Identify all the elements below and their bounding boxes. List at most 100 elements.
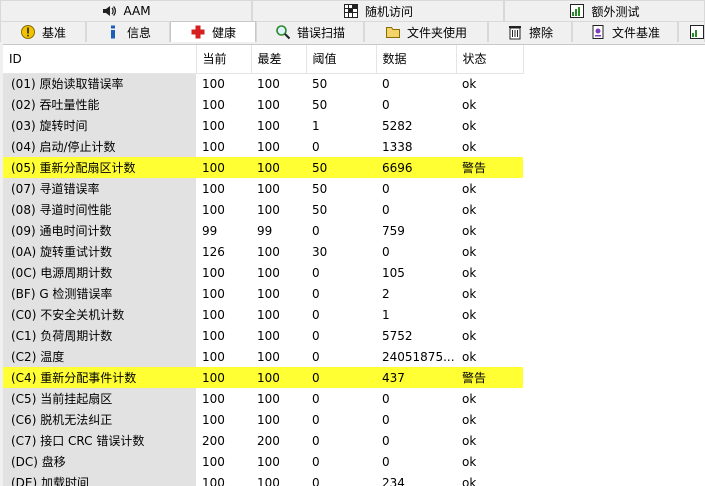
cell-current: 100 <box>202 202 225 217</box>
table-row[interactable]: (C7) 接口 CRC 错误计数 200 200 0 0 ok <box>3 430 523 451</box>
cell-worst: 100 <box>257 76 280 91</box>
table-row[interactable]: (03) 旋转时间 100 100 1 5282 ok <box>3 115 523 136</box>
cell-worst: 100 <box>257 286 280 301</box>
tab-info[interactable]: 信息 <box>86 21 170 42</box>
cell-status: ok <box>462 349 477 364</box>
cell-status: ok <box>462 223 477 238</box>
tab-folder-usage-label: 文件夹使用 <box>406 25 467 40</box>
tab-row-top: AAM 随机访问 额外测试 <box>0 0 705 21</box>
cell-threshold: 0 <box>312 412 320 427</box>
cell-data: 0 <box>382 97 390 112</box>
table-row[interactable]: (C6) 脱机无法纠正 100 100 0 0 ok <box>3 409 523 430</box>
tab-extra-tests[interactable]: 额外测试 <box>504 0 705 21</box>
cell-status: ok <box>462 244 477 259</box>
table-row[interactable]: (0A) 旋转重试计数 126 100 30 0 ok <box>3 241 523 262</box>
tab-erase-label: 擦除 <box>528 25 553 40</box>
cell-status: ok <box>462 433 477 448</box>
cell-worst: 100 <box>257 97 280 112</box>
cell-status: 警告 <box>456 367 523 388</box>
cell-status: ok <box>462 139 477 154</box>
cell-worst: 100 <box>257 475 280 486</box>
table-row[interactable]: (0C) 电源周期计数 100 100 0 105 ok <box>3 262 523 283</box>
tab-error-scan[interactable]: 错误扫描 <box>256 21 364 42</box>
cell-id: (C0) 不安全关机计数 <box>3 304 196 325</box>
tab-row-bottom: 基准 信息 健康 错误扫描 文件夹使用 擦除 文件基准 <box>0 21 705 42</box>
cell-status: ok <box>462 454 477 469</box>
cell-id: (09) 通电时间计数 <box>3 220 196 241</box>
column-header-status[interactable]: 状态 <box>456 45 524 74</box>
smart-table: ID 当前 最差 阈值 数据 状态 (01) 原始读取错误率 100 100 50 0 o… <box>3 45 524 486</box>
cell-status: ok <box>462 265 477 280</box>
cell-worst: 100 <box>251 157 306 178</box>
info-icon <box>105 24 121 40</box>
table-row[interactable]: (07) 寻道错误率 100 100 50 0 ok <box>3 178 523 199</box>
cell-threshold: 1 <box>312 118 320 133</box>
cell-id: (0A) 旋转重试计数 <box>3 241 196 262</box>
cell-data: 24051875... <box>382 349 455 364</box>
cell-status: ok <box>462 97 477 112</box>
tab-more[interactable] <box>678 21 705 42</box>
cell-current: 100 <box>202 328 225 343</box>
cell-worst: 100 <box>257 244 280 259</box>
cell-threshold: 0 <box>306 367 376 388</box>
tab-benchmark[interactable]: 基准 <box>0 21 86 42</box>
table-row[interactable]: (08) 寻道时间性能 100 100 50 0 ok <box>3 199 523 220</box>
cell-status: ok <box>462 475 477 486</box>
health-cross-icon <box>190 24 206 40</box>
table-row[interactable]: (04) 启动/停止计数 100 100 0 1338 ok <box>3 136 523 157</box>
table-row[interactable]: (01) 原始读取错误率 100 100 50 0 ok <box>3 73 523 94</box>
tab-health-label: 健康 <box>211 25 236 40</box>
tab-folder-usage[interactable]: 文件夹使用 <box>364 21 488 42</box>
smart-attribute-grid[interactable]: ID 当前 最差 阈值 数据 状态 (01) 原始读取错误率 100 100 50 0 o… <box>3 44 705 486</box>
table-row[interactable]: (09) 通电时间计数 99 99 0 759 ok <box>3 220 523 241</box>
cell-id: (C4) 重新分配事件计数 <box>3 367 196 388</box>
cell-id: (DC) 盘移 <box>3 451 196 472</box>
tab-health[interactable]: 健康 <box>170 21 256 42</box>
tab-aam[interactable]: AAM <box>0 0 252 21</box>
column-header-worst[interactable]: 最差 <box>251 45 307 74</box>
table-row[interactable]: (C5) 当前挂起扇区 100 100 0 0 ok <box>3 388 523 409</box>
cell-worst: 100 <box>257 181 280 196</box>
cell-worst: 100 <box>251 367 306 388</box>
cell-id: (C6) 脱机无法纠正 <box>3 409 196 430</box>
column-header-current[interactable]: 当前 <box>196 45 252 74</box>
tab-file-benchmark[interactable]: 文件基准 <box>572 21 678 42</box>
table-header-row: ID 当前 最差 阈值 数据 状态 <box>3 45 524 74</box>
table-row[interactable]: (DC) 盘移 100 100 0 0 ok <box>3 451 523 472</box>
trash-icon <box>507 24 523 40</box>
table-row[interactable]: (DE) 加载时间 100 100 0 234 ok <box>3 472 523 486</box>
cell-current: 100 <box>202 286 225 301</box>
cell-current: 100 <box>202 454 225 469</box>
table-row[interactable]: (C0) 不安全关机计数 100 100 0 1 ok <box>3 304 523 325</box>
cell-id: (05) 重新分配扇区计数 <box>3 157 196 178</box>
cell-data: 0 <box>382 433 390 448</box>
cell-data: 1 <box>382 307 390 322</box>
table-row[interactable]: (C1) 负荷周期计数 100 100 0 5752 ok <box>3 325 523 346</box>
table-row[interactable]: (C4) 重新分配事件计数 100 100 0 437 警告 <box>3 367 523 388</box>
speaker-icon <box>101 3 117 19</box>
cell-current: 100 <box>202 307 225 322</box>
cell-id: (02) 吞吐量性能 <box>3 94 196 115</box>
table-row[interactable]: (02) 吞吐量性能 100 100 50 0 ok <box>3 94 523 115</box>
cell-threshold: 50 <box>312 202 328 217</box>
cell-current: 100 <box>196 157 251 178</box>
cell-data: 0 <box>382 412 390 427</box>
tab-random-access[interactable]: 随机访问 <box>252 0 504 21</box>
table-body: (01) 原始读取错误率 100 100 50 0 ok (02) 吞吐量性能 100 100 5… <box>3 73 523 486</box>
cell-current: 100 <box>202 118 225 133</box>
tab-file-benchmark-label: 文件基准 <box>611 25 660 40</box>
table-row[interactable]: (05) 重新分配扇区计数 100 100 50 6696 警告 <box>3 157 523 178</box>
tab-erase[interactable]: 擦除 <box>488 21 572 42</box>
cell-current: 100 <box>202 265 225 280</box>
column-header-id[interactable]: ID <box>3 45 197 74</box>
cell-current: 100 <box>202 139 225 154</box>
column-header-data[interactable]: 数据 <box>376 45 457 74</box>
cell-current: 200 <box>202 433 225 448</box>
table-row[interactable]: (BF) G 检测错误率 100 100 0 2 ok <box>3 283 523 304</box>
column-header-threshold[interactable]: 阈值 <box>306 45 377 74</box>
table-row[interactable]: (C2) 温度 100 100 0 24051875... ok <box>3 346 523 367</box>
cell-threshold: 0 <box>312 349 320 364</box>
tab-aam-label: AAM <box>123 4 151 18</box>
chart-icon <box>689 24 705 40</box>
cell-data: 437 <box>376 367 456 388</box>
